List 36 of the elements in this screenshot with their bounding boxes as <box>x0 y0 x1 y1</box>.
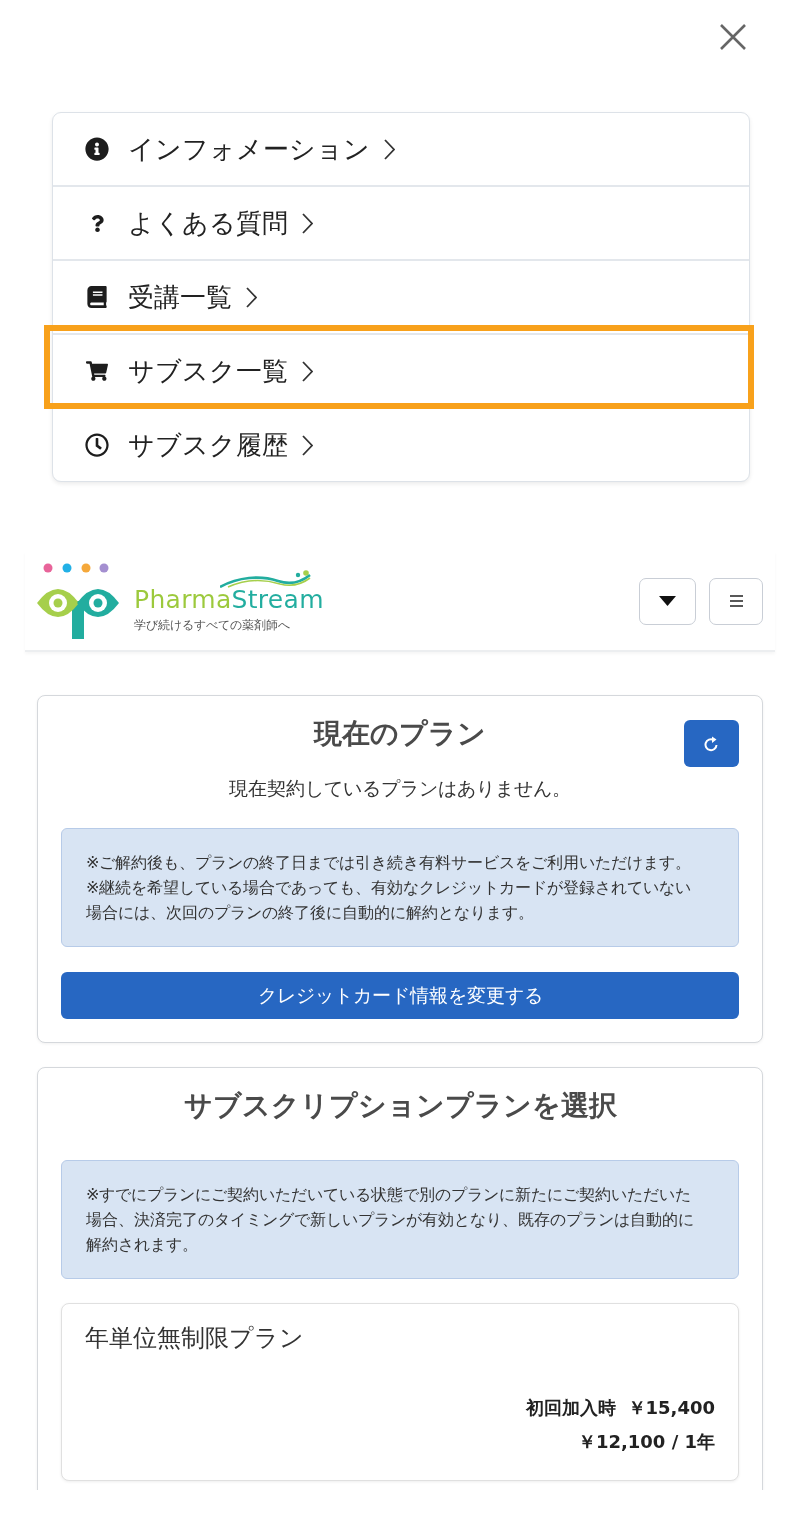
clock-icon <box>85 433 109 457</box>
logo-icon <box>37 563 119 639</box>
chevron-right-icon <box>302 360 313 382</box>
tagline-text: 学び続けるすべての薬剤師へ <box>134 617 291 633</box>
menu-item[interactable]: インフォメーション <box>53 113 749 185</box>
card-title: サブスクリプションプランを選択 <box>183 1092 617 1120</box>
menu-item[interactable]: 受講一覧 <box>53 261 749 333</box>
price-amount: ￥15,400 <box>627 1396 715 1420</box>
close-icon <box>720 24 746 50</box>
menu-button[interactable] <box>709 577 763 625</box>
price-label: 初回加入時 <box>525 1396 616 1420</box>
wave-swoosh-icon <box>220 569 312 588</box>
book-icon <box>86 286 108 308</box>
menu-item[interactable]: よくある質問 <box>53 187 749 259</box>
chevron-right-icon <box>246 286 257 308</box>
notice-text: ※すでにプランにご契約いただいている状態で別のプランに新たにご契約いただいた場合、決済完了のタイミングで新しいプランが有効となり、既存のプランは自動的に解約されます。 <box>86 1184 695 1256</box>
chevron-right-icon <box>384 138 395 160</box>
cart-icon <box>86 360 108 382</box>
menu-item[interactable]: サブスク履歴 <box>53 409 749 481</box>
status-text: 現在契約しているプランはありません。 <box>228 776 572 801</box>
plan-name: 年単位無制限プラン <box>85 1323 305 1353</box>
price-amount: ￥12,100 / 1年 <box>577 1430 715 1454</box>
caret-down-icon <box>659 596 676 606</box>
refresh-button[interactable] <box>684 720 739 767</box>
change-card-button[interactable]: クレジットカード情報を変更する <box>61 972 739 1019</box>
notice-text: ※ご解約後も、プランの終了日までは引き続き有料サービスをご利用いただけます。 <box>86 852 693 874</box>
close-button[interactable] <box>720 24 746 50</box>
notice-text: ※継続を希望している場合であっても、有効なクレジットカードが登録されていない場合には、次回のプランの終了後に自動的に解約となります。 <box>86 877 693 924</box>
chevron-right-icon <box>302 434 313 456</box>
menu-icon <box>729 595 743 607</box>
card-title: 現在のプラン <box>314 720 486 748</box>
refresh-icon <box>704 735 719 752</box>
menu-item[interactable]: サブスク一覧 <box>53 335 749 407</box>
info-icon <box>85 137 109 161</box>
chevron-right-icon <box>302 212 313 234</box>
dropdown-button[interactable] <box>639 577 696 625</box>
